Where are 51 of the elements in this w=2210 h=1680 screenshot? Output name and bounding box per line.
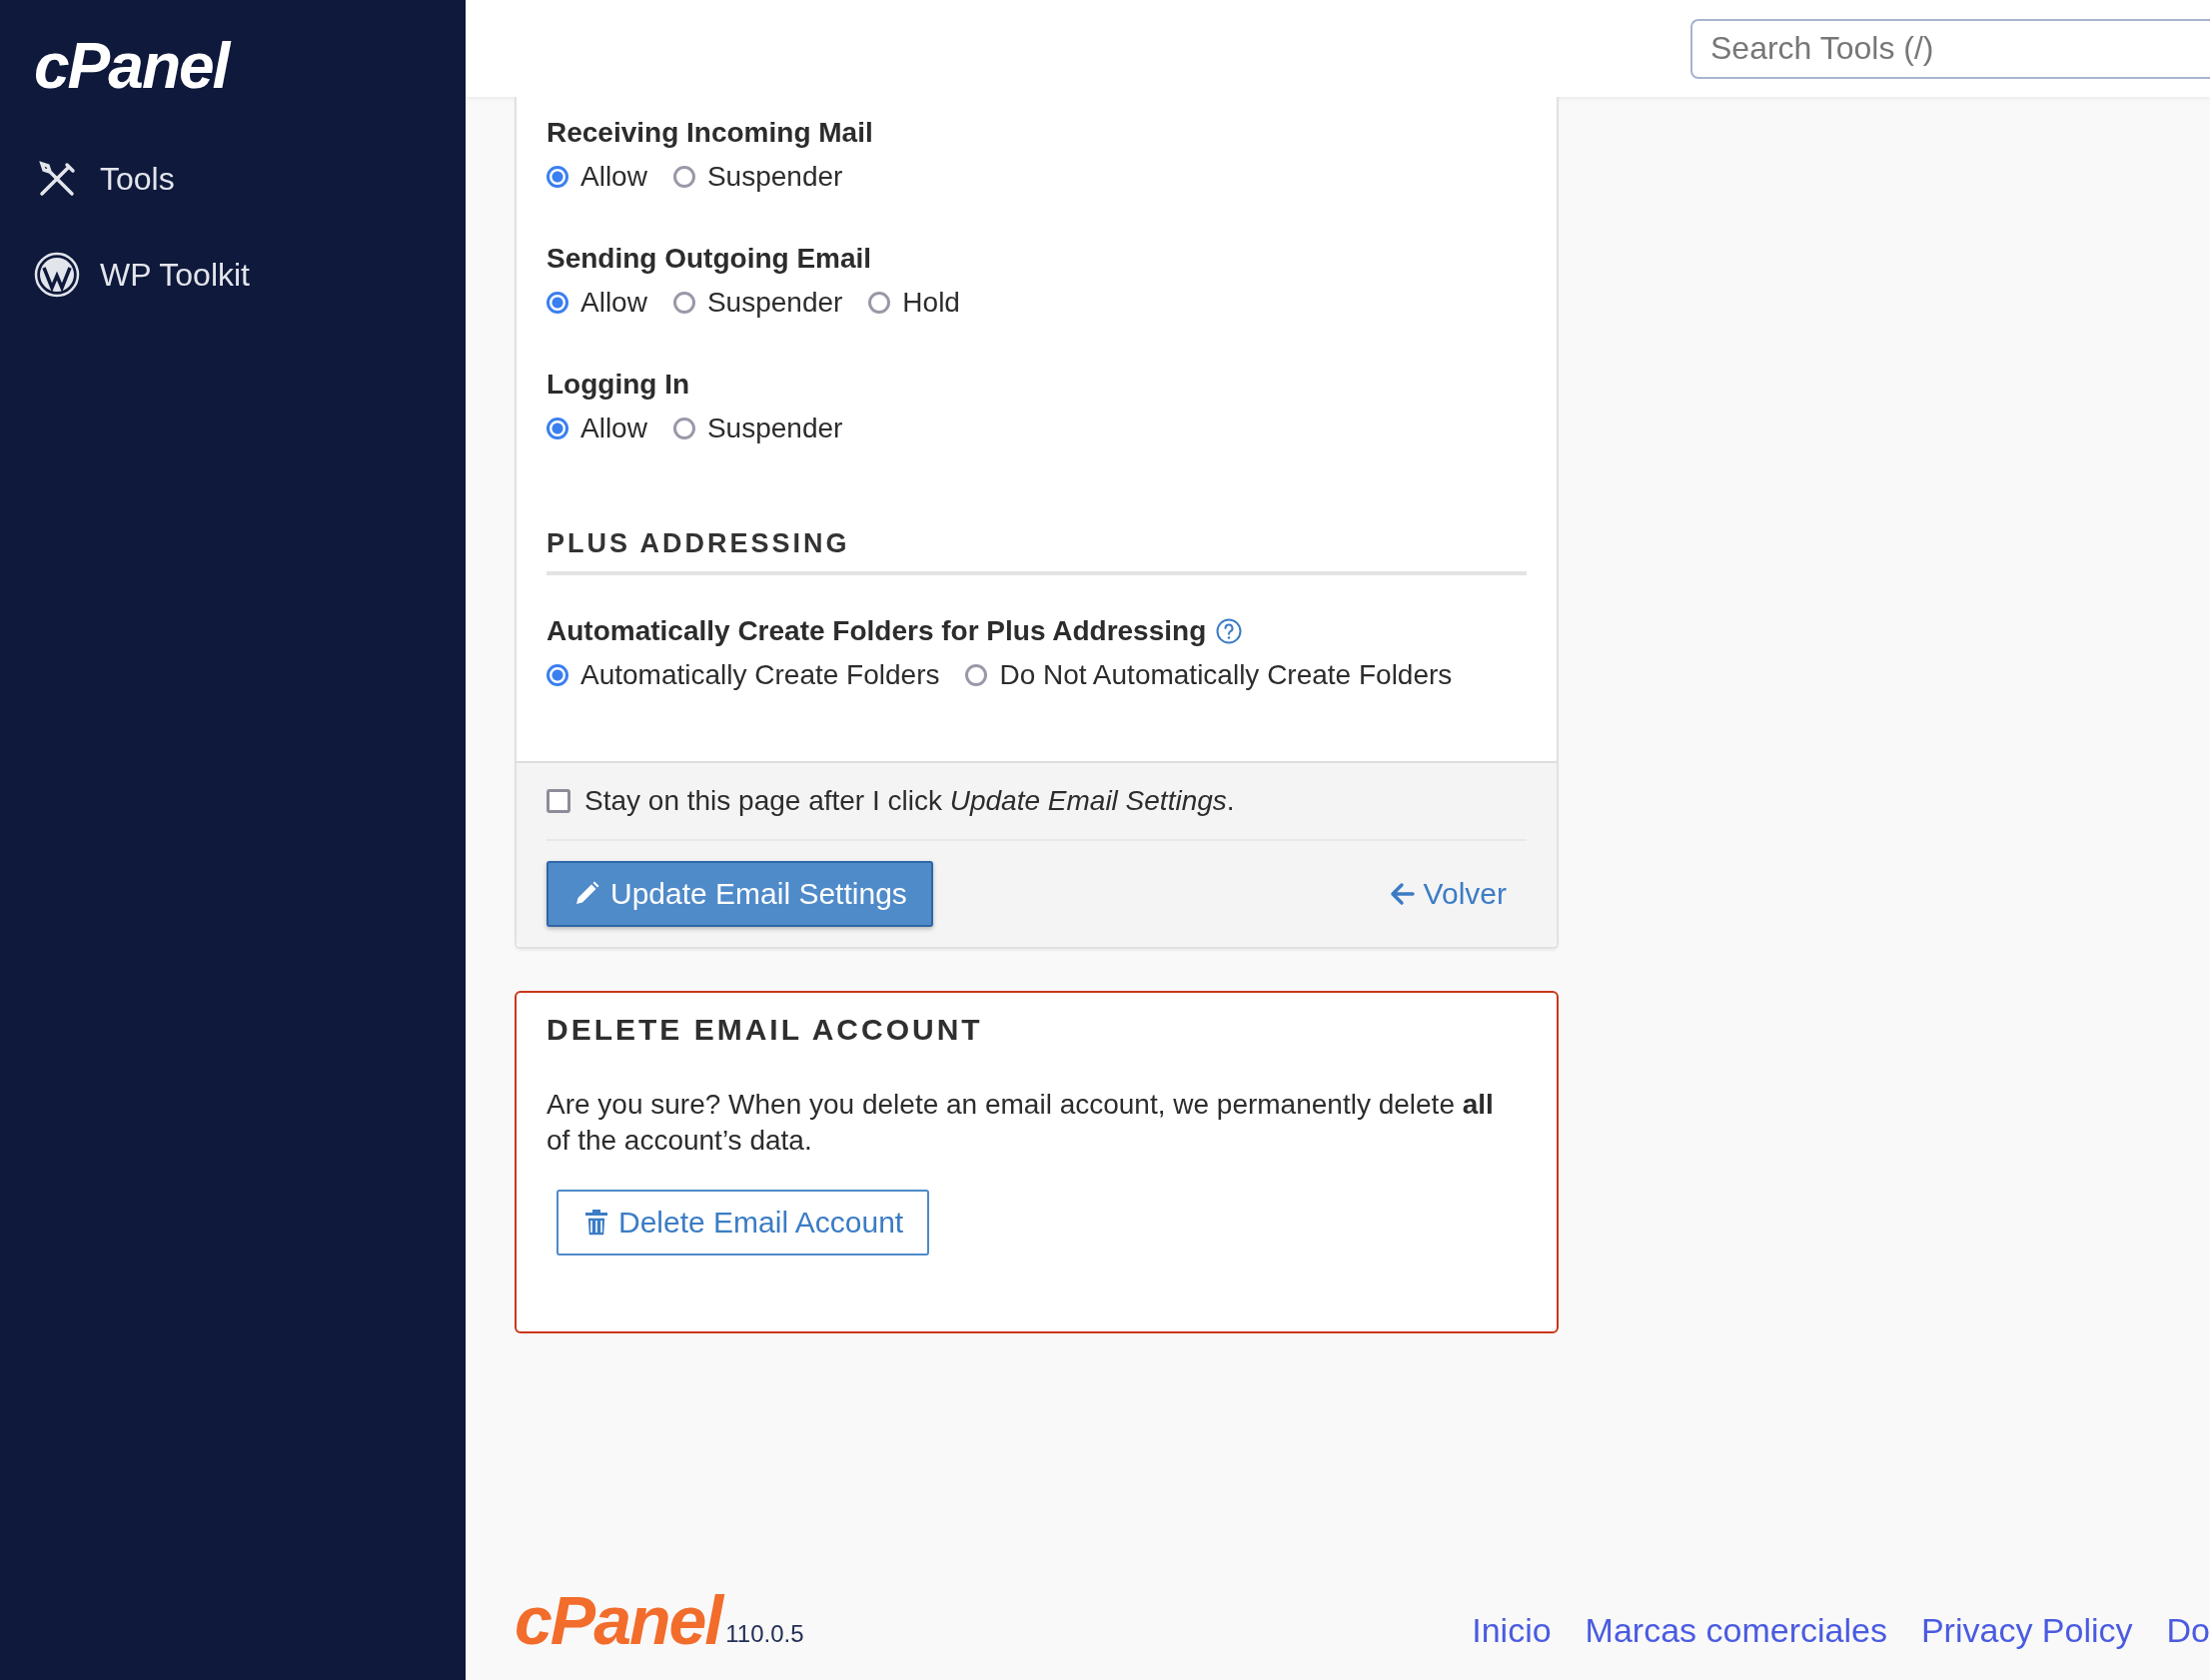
radio-label: Suspender — [706, 287, 843, 319]
radio-label: Suspender — [706, 161, 843, 193]
footer-link[interactable]: Inicio — [1472, 1611, 1552, 1650]
checkbox[interactable] — [547, 789, 570, 813]
radio-option[interactable]: Suspender — [672, 287, 843, 319]
field-label: Logging In — [547, 369, 690, 401]
radio-button[interactable] — [672, 418, 695, 439]
radio-label: Allow — [580, 413, 647, 444]
section-heading: PLUS ADDRESSING — [547, 494, 1527, 575]
footer-link[interactable]: Marcas comerciales — [1585, 1611, 1887, 1650]
radio-label: Allow — [580, 161, 647, 193]
search-field[interactable]: Search Tools (/) — [1690, 18, 2210, 79]
radio-button[interactable] — [547, 664, 568, 686]
footer-link[interactable]: Do — [2166, 1611, 2210, 1650]
radio-button[interactable] — [547, 292, 568, 314]
delete-button[interactable]: Delete Email Account — [556, 1189, 930, 1256]
footer-link[interactable]: Privacy Policy — [1920, 1611, 2133, 1650]
help-icon[interactable] — [1216, 618, 1243, 644]
radio-button[interactable] — [547, 166, 568, 188]
radio-button[interactable] — [868, 292, 891, 314]
radio-label: Suspender — [706, 413, 843, 444]
back-link[interactable]: Volver — [1389, 877, 1507, 911]
radio-option[interactable]: Allow — [547, 161, 647, 193]
field-label: Automatically Create Folders for Plus Addressing — [547, 615, 1207, 647]
radio-button[interactable] — [672, 292, 695, 314]
wordpress-icon — [34, 252, 80, 298]
cpanel-logo: cPanel — [515, 1586, 722, 1654]
radio-label: Hold — [902, 287, 960, 319]
radio-option[interactable]: Allow — [547, 287, 647, 319]
trash-icon — [582, 1208, 610, 1237]
radio-option[interactable]: Allow — [547, 413, 647, 444]
radio-button[interactable] — [965, 664, 988, 686]
arrow-left-icon — [1389, 881, 1416, 907]
update-button[interactable]: Update Email Settings — [547, 861, 933, 927]
radio-option[interactable]: Suspender — [672, 161, 843, 193]
radio-option[interactable]: Hold — [868, 287, 960, 319]
radio-button[interactable] — [547, 418, 568, 439]
section-heading: DELETE EMAIL ACCOUNT — [547, 1013, 984, 1047]
sidebar-item[interactable]: Tools — [34, 156, 175, 202]
radio-label: Allow — [580, 287, 647, 319]
cpanel-logo: cPanel — [34, 34, 229, 98]
sidebar-label: Tools — [100, 160, 175, 198]
field-label: Sending Outgoing Email — [547, 243, 872, 275]
sidebar-item[interactable]: WP Toolkit — [34, 252, 250, 298]
checkbox-label: Stay on this page after I click Update Email Settings. — [584, 785, 1235, 817]
field-label: Receiving Incoming Mail — [547, 117, 873, 149]
radio-option[interactable]: Suspender — [672, 413, 843, 444]
sidebar-label: WP Toolkit — [100, 256, 250, 294]
version-text: 110.0.5 — [725, 1620, 804, 1648]
radio-button[interactable] — [672, 166, 695, 188]
warning-text: Are you sure? When you delete an email account, we permanently delete all of the account’s data. — [547, 1088, 1495, 1159]
